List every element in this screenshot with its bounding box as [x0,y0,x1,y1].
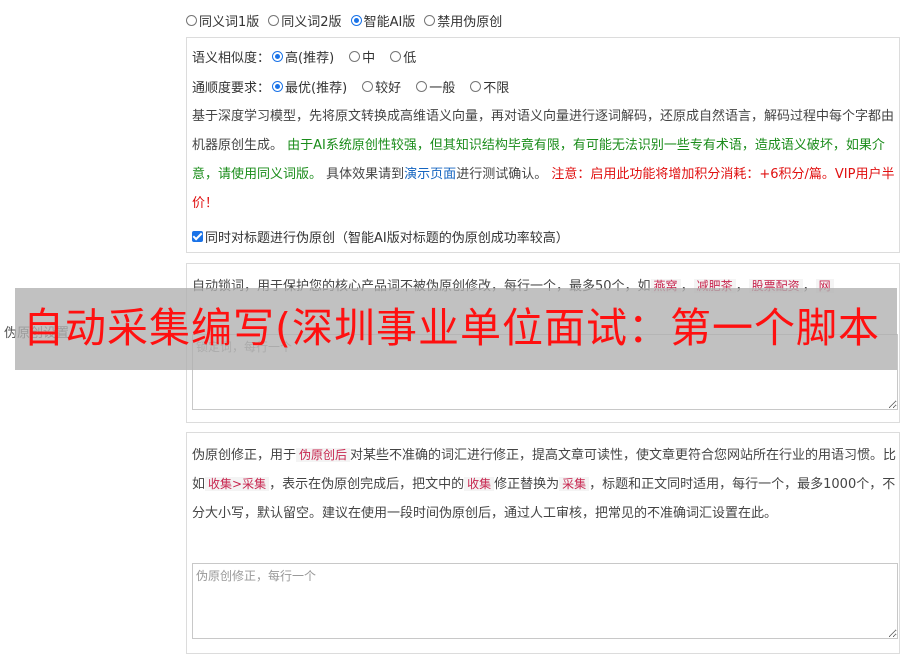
title-rewrite-checkbox[interactable] [192,231,203,242]
similarity-option-high[interactable]: 高(推荐) [272,47,334,66]
version-option-synonym1[interactable]: 同义词1版 [186,11,259,30]
title-rewrite-checkbox-row[interactable]: 同时对标题进行伪原创（智能AI版对标题的伪原创成功率较高） [192,227,569,246]
radio-button[interactable] [390,51,402,62]
fluency-row: 通顺度要求： 最优(推荐) 较好 一般 不限 [192,77,518,96]
radio-button[interactable] [470,81,482,92]
similarity-option-medium[interactable]: 中 [349,47,375,66]
radio-button[interactable] [272,81,284,92]
version-option-ai[interactable]: 智能AI版 [350,11,415,30]
radio-button[interactable] [424,14,436,26]
radio-button[interactable] [416,81,428,92]
fluency-option-best[interactable]: 最优(推荐) [272,77,347,96]
radio-button[interactable] [362,81,374,92]
version-option-synonym2[interactable]: 同义词2版 [268,11,342,30]
ai-settings-panel: 语义相似度： 高(推荐) 中 低 通顺度要求： 最优(推荐) 较好 一般 不限 … [186,37,900,253]
radio-button[interactable] [349,51,361,62]
example-tag: 收集>采集 [205,477,270,491]
correction-description: 伪原创修正，用于 伪原创后 对某些不准确的词汇进行修正，提高文章可读性，使文章更符合… [192,448,897,521]
correction-input[interactable] [192,563,898,639]
similarity-option-low[interactable]: 低 [390,47,416,66]
example-tag: 伪原创后 [296,448,351,462]
radio-button[interactable] [272,51,284,62]
example-tag: 收集 [464,477,495,491]
radio-button[interactable] [186,14,197,26]
fluency-option-normal[interactable]: 一般 [416,77,455,96]
fluency-option-any[interactable]: 不限 [470,77,509,96]
banner-title: 自动采集编写(深圳事业单位面试：第一个脚本 [23,304,880,352]
fluency-option-good[interactable]: 较好 [362,77,401,96]
radio-button[interactable] [268,14,280,26]
version-selector: 同义词1版 同义词2版 智能AI版 禁用伪原创 [186,10,511,30]
correction-panel: 伪原创修正，用于 伪原创后 对某些不准确的词汇进行修正，提高文章可读性，使文章更符合… [186,432,900,654]
similarity-label: 语义相似度： [192,51,271,66]
version-option-disable[interactable]: 禁用伪原创 [424,11,502,30]
demo-page-link[interactable]: 演示页面 [404,167,456,182]
ai-description: 基于深度学习模型，先将原文转换成高维语义向量，再对语义向量进行逐词解码，还原成自… [192,109,895,211]
title-rewrite-label: 同时对标题进行伪原创（智能AI版对标题的伪原创成功率较高） [205,231,569,246]
radio-button[interactable] [350,14,362,26]
similarity-row: 语义相似度： 高(推荐) 中 低 [192,47,425,66]
example-tag: 采集 [559,477,590,491]
overlay-banner: 自动采集编写(深圳事业单位面试：第一个脚本 [15,288,897,370]
fluency-label: 通顺度要求： [192,81,271,96]
